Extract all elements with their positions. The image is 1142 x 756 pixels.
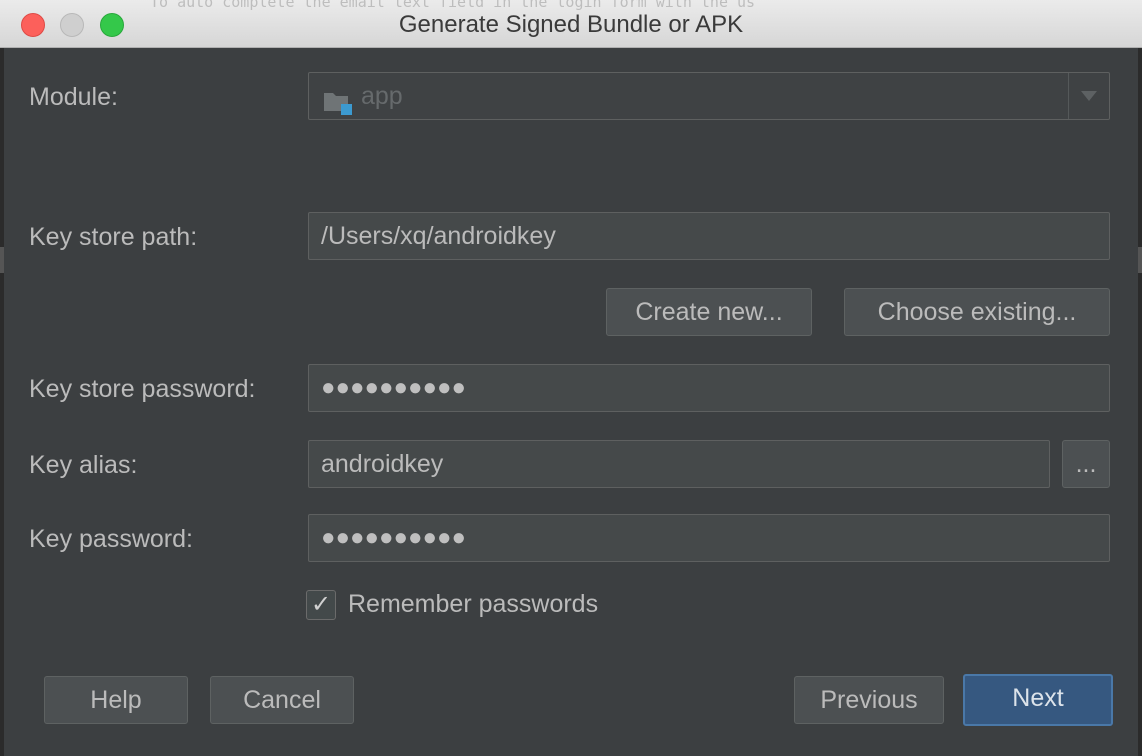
help-button[interactable]: Help bbox=[44, 676, 188, 724]
window-title: Generate Signed Bundle or APK bbox=[398, 11, 744, 38]
key-store-password-field[interactable]: ●●●●●●●●●● bbox=[308, 364, 1110, 412]
module-value: app bbox=[361, 82, 403, 110]
background-window-text: To auto complete the email text field in… bbox=[150, 0, 756, 11]
key-store-path-label: Key store path: bbox=[29, 223, 198, 251]
create-new-button[interactable]: Create new... bbox=[606, 288, 812, 336]
combo-separator bbox=[1068, 73, 1069, 119]
key-alias-label: Key alias: bbox=[29, 451, 138, 479]
module-label: Module: bbox=[29, 83, 118, 111]
key-alias-browse-button[interactable]: ... bbox=[1062, 440, 1110, 488]
previous-button[interactable]: Previous bbox=[794, 676, 944, 724]
remember-passwords-label[interactable]: Remember passwords bbox=[348, 590, 598, 619]
remember-passwords-checkbox[interactable]: ✓ bbox=[306, 590, 336, 620]
window-edge-marker-right bbox=[1138, 247, 1142, 273]
key-store-password-label: Key store password: bbox=[29, 375, 256, 403]
title-bar: To auto complete the email text field in… bbox=[0, 0, 1142, 48]
cancel-button[interactable]: Cancel bbox=[210, 676, 354, 724]
module-select[interactable]: app bbox=[308, 72, 1110, 120]
next-button[interactable]: Next bbox=[963, 674, 1113, 726]
key-password-field[interactable]: ●●●●●●●●●● bbox=[308, 514, 1110, 562]
key-password-label: Key password: bbox=[29, 525, 193, 553]
key-store-path-field[interactable]: /Users/xq/androidkey bbox=[308, 212, 1110, 260]
choose-existing-button[interactable]: Choose existing... bbox=[844, 288, 1110, 336]
window-edge-right bbox=[1138, 48, 1142, 756]
chevron-down-icon[interactable] bbox=[1081, 91, 1097, 101]
key-alias-field[interactable]: androidkey bbox=[308, 440, 1050, 488]
module-folder-icon bbox=[323, 85, 353, 115]
